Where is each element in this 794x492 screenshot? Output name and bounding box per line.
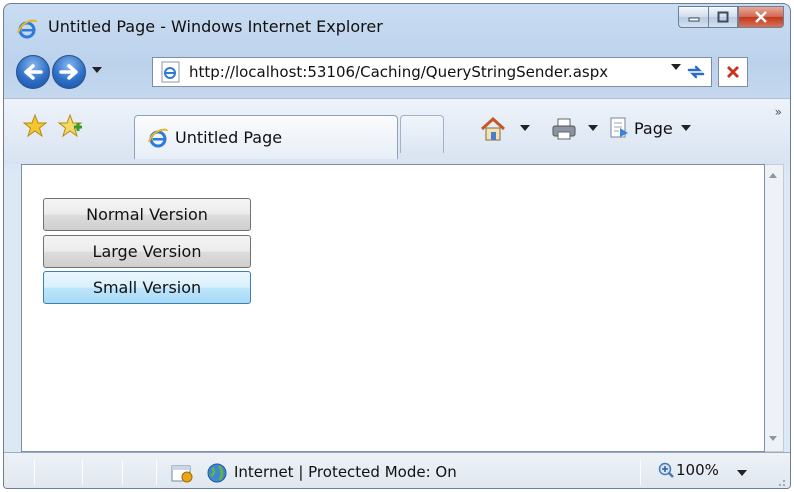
internet-zone-globe-icon	[207, 463, 227, 483]
status-divider	[82, 459, 83, 485]
normal-version-button[interactable]: Normal Version	[43, 198, 251, 231]
recent-pages-dropdown[interactable]	[92, 67, 102, 73]
page-menu-label: Page	[634, 118, 673, 138]
add-favorites-icon[interactable]	[57, 113, 83, 139]
close-icon	[755, 11, 767, 23]
internet-explorer-icon	[148, 128, 168, 147]
security-zone-text: Internet | Protected Mode: On	[234, 463, 457, 481]
page-icon	[610, 117, 628, 138]
title-bar[interactable]: Untitled Page - Windows Internet Explore…	[4, 4, 790, 48]
maximize-icon	[717, 11, 729, 23]
home-icon[interactable]	[478, 115, 508, 143]
protected-mode-lock-icon[interactable]	[170, 462, 196, 484]
navigation-bar: http://localhost:53106/Caching/QueryStri…	[4, 48, 790, 98]
page-content: Normal Version Large Version Small Versi…	[21, 164, 765, 452]
close-button[interactable]	[738, 6, 784, 28]
address-bar[interactable]: http://localhost:53106/Caching/QueryStri…	[152, 57, 712, 87]
scroll-up-icon[interactable]	[769, 173, 777, 178]
browser-window: Untitled Page - Windows Internet Explore…	[3, 3, 791, 489]
internet-explorer-icon	[17, 19, 37, 39]
refresh-icon[interactable]	[685, 61, 707, 83]
tab-label: Untitled Page	[175, 128, 283, 147]
home-dropdown[interactable]	[520, 125, 530, 131]
stop-icon	[727, 66, 739, 78]
vertical-scrollbar[interactable]	[765, 164, 784, 452]
status-divider	[640, 459, 641, 485]
small-version-button[interactable]: Small Version	[43, 271, 251, 304]
page-icon	[161, 61, 180, 83]
page-menu[interactable]: Page	[608, 116, 691, 140]
print-dropdown[interactable]	[588, 125, 598, 131]
page-dropdown[interactable]	[680, 125, 691, 131]
more-commands-chevron-icon[interactable]: »	[775, 105, 782, 119]
favorites-star-icon[interactable]	[22, 113, 48, 139]
printer-icon[interactable]	[549, 115, 579, 143]
large-version-button[interactable]: Large Version	[43, 235, 251, 268]
back-button[interactable]	[16, 55, 50, 89]
tab-command-bar: Untitled Page Page »	[4, 98, 790, 164]
forward-button[interactable]	[52, 55, 86, 89]
forward-arrow-icon	[59, 64, 78, 80]
back-arrow-icon	[24, 64, 43, 80]
status-bar: Internet | Protected Mode: On 100%	[4, 452, 790, 488]
tab-untitled-page[interactable]: Untitled Page	[134, 115, 398, 159]
resize-grip-icon[interactable]	[776, 477, 786, 487]
zoom-level[interactable]: 100%	[676, 461, 719, 479]
maximize-button[interactable]	[708, 6, 738, 28]
window-title: Untitled Page - Windows Internet Explore…	[48, 17, 383, 36]
minimize-icon	[688, 17, 699, 22]
status-divider	[156, 459, 157, 485]
zoom-icon[interactable]	[657, 462, 675, 480]
caption-buttons	[678, 6, 784, 28]
address-input[interactable]: http://localhost:53106/Caching/QueryStri…	[189, 63, 608, 81]
stop-button[interactable]	[718, 57, 748, 87]
address-dropdown[interactable]	[671, 64, 681, 70]
new-tab-button[interactable]	[400, 115, 444, 153]
zoom-dropdown[interactable]	[737, 470, 747, 476]
minimize-button[interactable]	[678, 6, 708, 28]
status-divider	[122, 459, 123, 485]
scroll-down-icon[interactable]	[769, 436, 777, 441]
status-divider	[34, 459, 35, 485]
